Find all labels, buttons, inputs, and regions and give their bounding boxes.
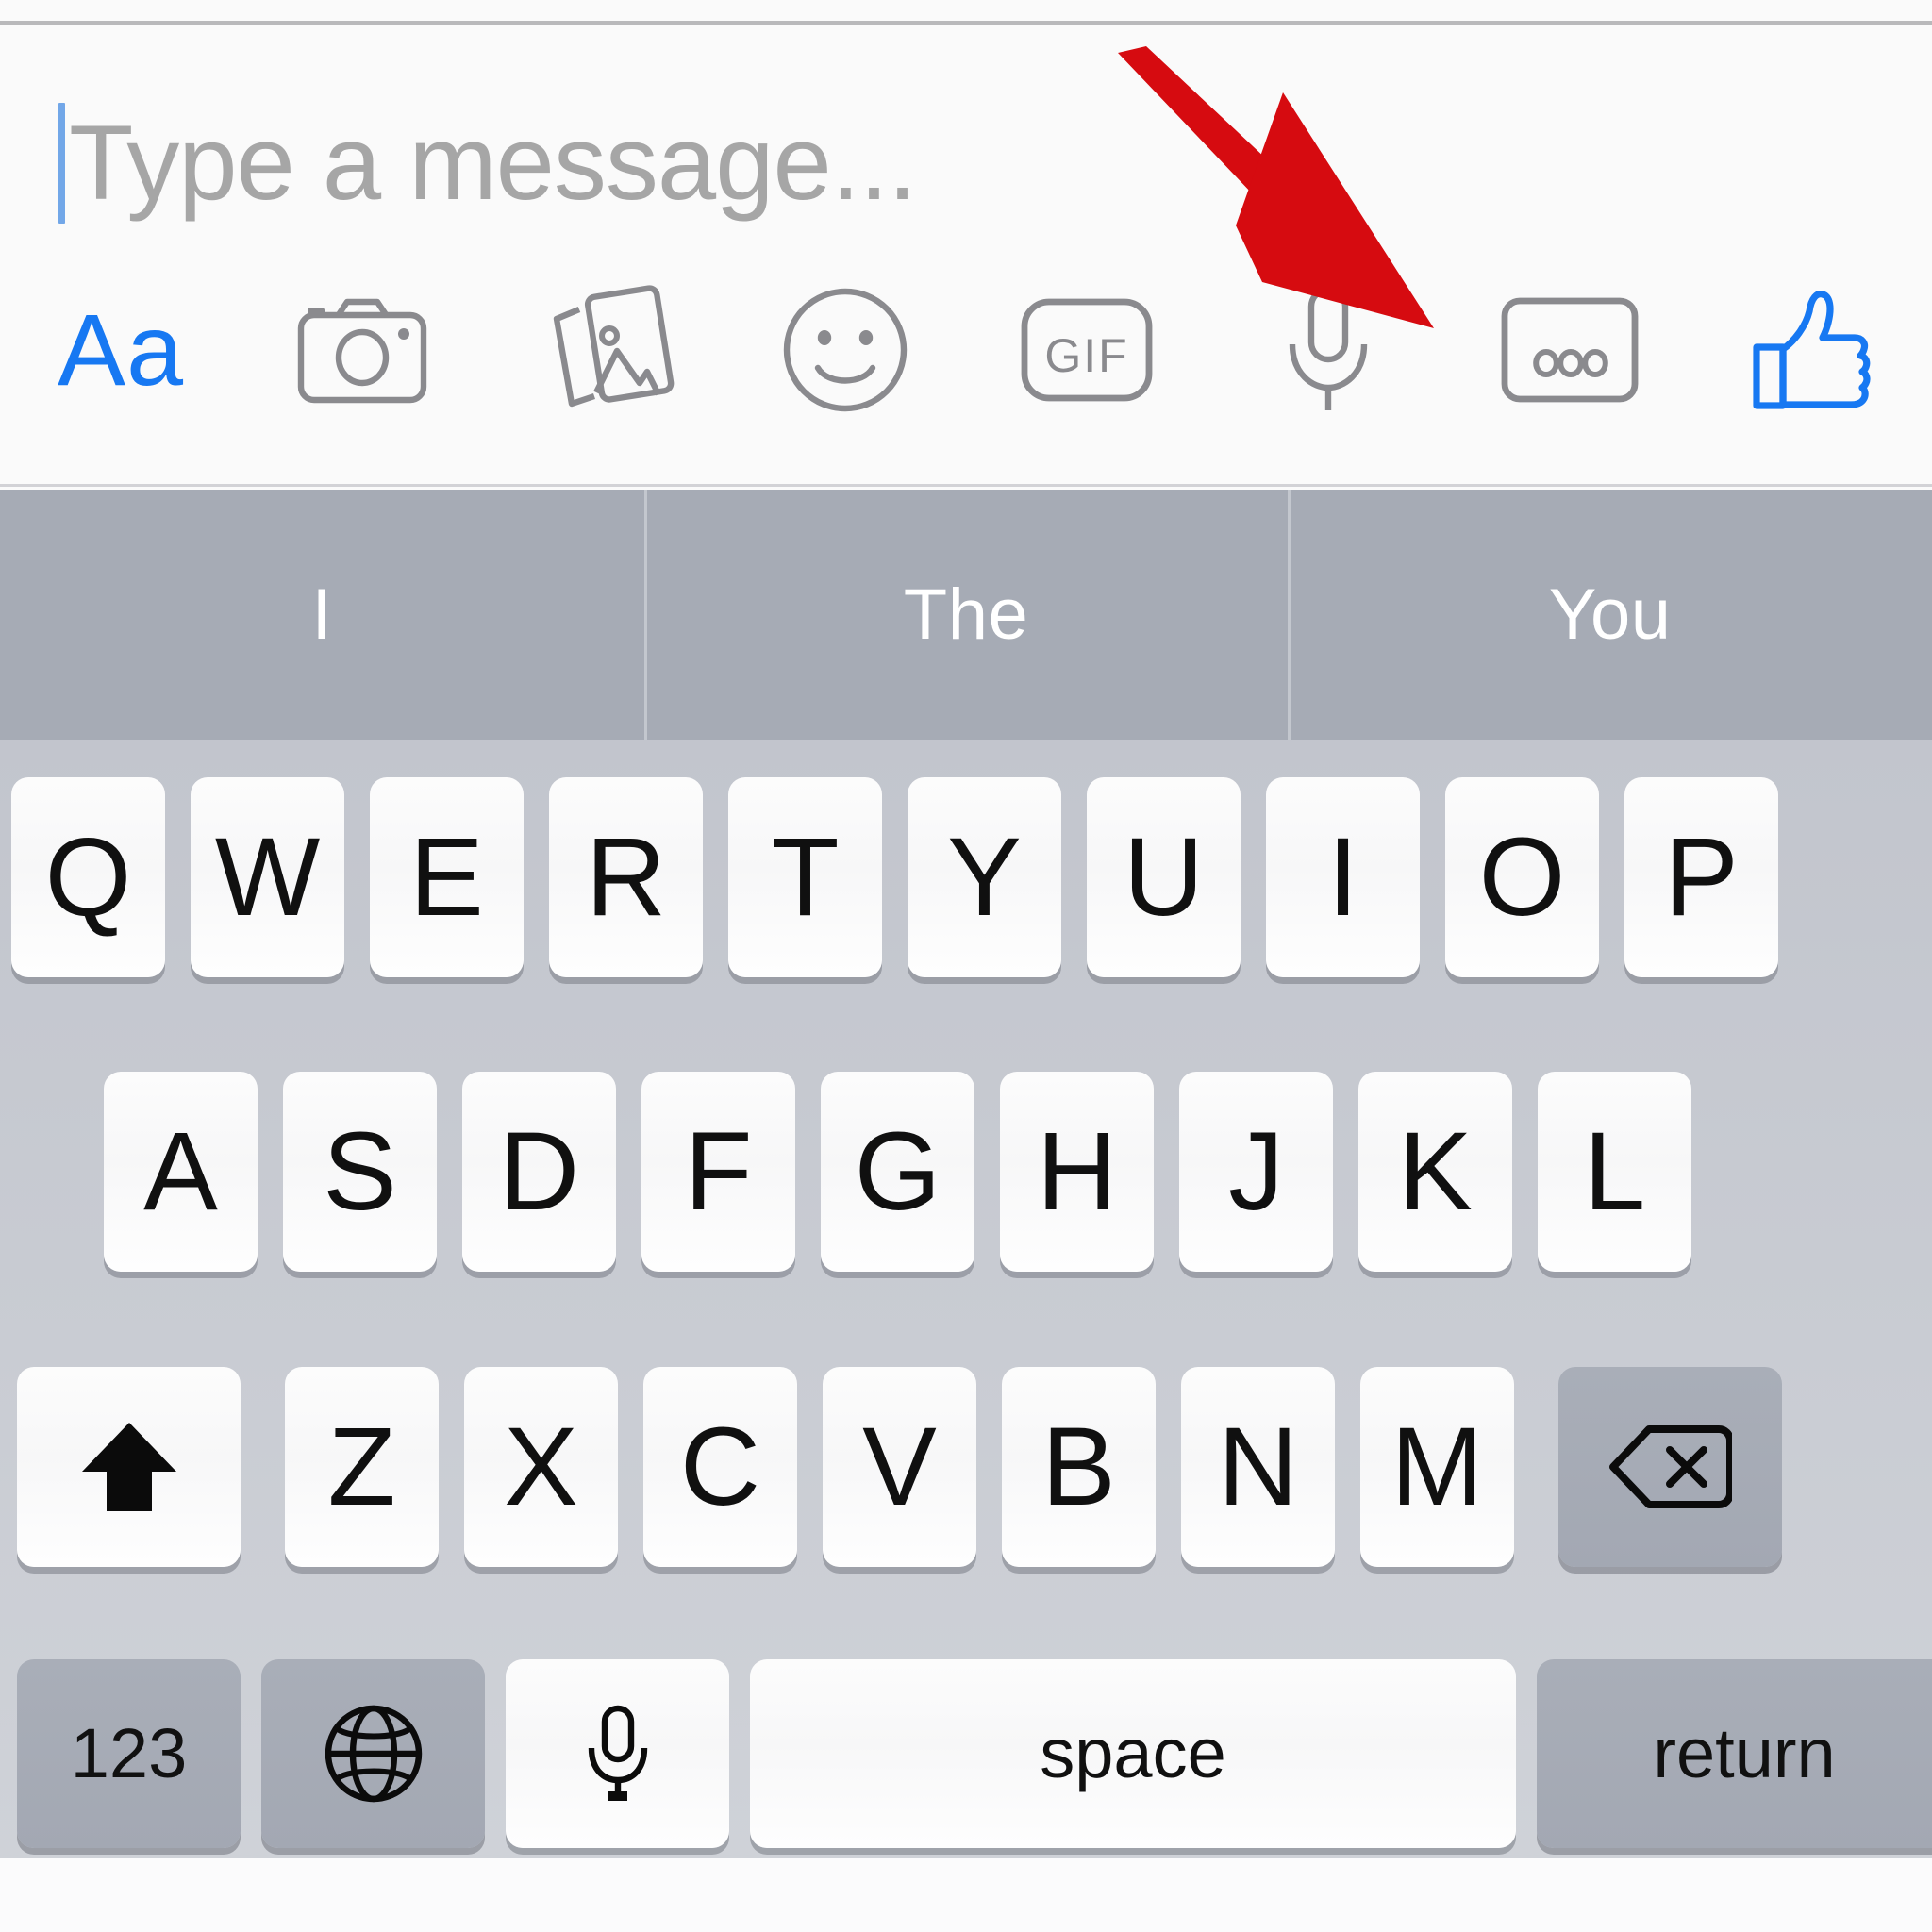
key-n[interactable]: N: [1181, 1367, 1335, 1567]
key-y[interactable]: Y: [908, 777, 1061, 977]
key-v[interactable]: V: [823, 1367, 976, 1567]
smiley-icon: [783, 288, 908, 412]
microphone-icon: [1289, 286, 1368, 410]
on-screen-keyboard: Q W E R T Y U I O P A S D F G H J K L Z …: [0, 740, 1932, 1858]
key-x[interactable]: X: [464, 1367, 618, 1567]
composer-toolbar: Aa GIF: [0, 265, 1932, 435]
key-w[interactable]: W: [191, 777, 344, 977]
backspace-icon: [1608, 1425, 1732, 1508]
message-composer: Type a message... Aa GIF: [0, 25, 1932, 487]
photo-gallery-button[interactable]: [483, 265, 724, 435]
key-space[interactable]: space: [750, 1659, 1516, 1848]
key-o[interactable]: O: [1445, 777, 1599, 977]
key-z[interactable]: Z: [285, 1367, 439, 1567]
key-t[interactable]: T: [728, 777, 882, 977]
camera-button[interactable]: [242, 265, 483, 435]
message-input-row[interactable]: Type a message...: [58, 83, 917, 243]
key-d[interactable]: D: [462, 1072, 616, 1272]
gif-icon: GIF: [1021, 298, 1153, 402]
shift-arrow-icon: [81, 1423, 176, 1511]
key-numbers[interactable]: 123: [17, 1659, 241, 1848]
voice-message-button[interactable]: [1208, 265, 1449, 435]
suggestion-item-0[interactable]: I: [0, 490, 644, 740]
key-l[interactable]: L: [1538, 1072, 1691, 1272]
predictive-suggestion-bar: I The You: [0, 490, 1932, 740]
key-s[interactable]: S: [283, 1072, 437, 1272]
key-p[interactable]: P: [1624, 777, 1778, 977]
message-input-placeholder[interactable]: Type a message...: [69, 110, 917, 216]
gif-button[interactable]: GIF: [966, 265, 1208, 435]
text-caret: [58, 103, 65, 224]
keyboard-row-3: Z X C V B N M: [0, 1367, 1932, 1567]
key-g[interactable]: G: [821, 1072, 974, 1272]
stickers-button[interactable]: [724, 265, 966, 435]
suggestion-item-2[interactable]: You: [1288, 490, 1932, 740]
key-a[interactable]: A: [104, 1072, 258, 1272]
camera-icon: [297, 298, 427, 404]
key-return[interactable]: return: [1537, 1659, 1932, 1848]
key-e[interactable]: E: [370, 777, 524, 977]
keyboard-row-2: A S D F G H J K L: [0, 1072, 1932, 1272]
globe-icon: [325, 1705, 422, 1803]
key-delete[interactable]: [1558, 1367, 1782, 1567]
key-r[interactable]: R: [549, 777, 703, 977]
suggestion-item-1[interactable]: The: [643, 490, 1289, 740]
key-b[interactable]: B: [1002, 1367, 1156, 1567]
like-button[interactable]: [1690, 265, 1932, 435]
more-dots-icon: [1501, 297, 1639, 403]
text-format-button[interactable]: Aa: [0, 265, 242, 435]
key-globe[interactable]: [261, 1659, 485, 1848]
photos-icon: [553, 285, 675, 408]
more-options-button[interactable]: [1449, 265, 1690, 435]
keyboard-row-4: 123 space return: [0, 1659, 1932, 1848]
screenshot-root: Type a message... Aa GIF I The You Q W E…: [0, 0, 1932, 1932]
key-dictation[interactable]: [506, 1659, 729, 1848]
key-u[interactable]: U: [1087, 777, 1241, 977]
key-j[interactable]: J: [1179, 1072, 1333, 1272]
keyboard-row-1: Q W E R T Y U I O P: [0, 777, 1932, 977]
aa-icon: Aa: [57, 292, 185, 407]
key-k[interactable]: K: [1358, 1072, 1512, 1272]
svg-text:GIF: GIF: [1044, 329, 1128, 382]
key-shift[interactable]: [17, 1367, 241, 1567]
bottom-safe-area: [0, 1858, 1932, 1932]
thumbs-up-icon: [1753, 291, 1871, 409]
key-c[interactable]: C: [643, 1367, 797, 1567]
key-h[interactable]: H: [1000, 1072, 1154, 1272]
key-i[interactable]: I: [1266, 777, 1420, 977]
key-q[interactable]: Q: [11, 777, 165, 977]
key-f[interactable]: F: [641, 1072, 795, 1272]
key-m[interactable]: M: [1360, 1367, 1514, 1567]
microphone-icon: [588, 1705, 647, 1801]
